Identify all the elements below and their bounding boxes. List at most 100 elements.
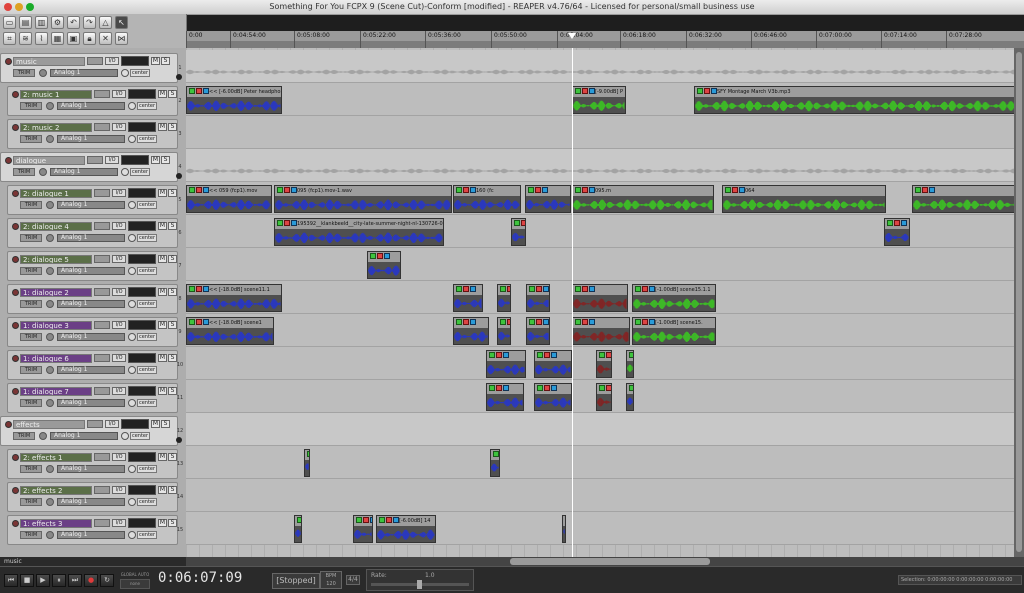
item-mute-icon[interactable] [732,187,738,193]
solo-button[interactable]: S [161,57,170,65]
track-lane-12[interactable] [186,413,1024,446]
pan-knob[interactable] [128,300,136,308]
repeat-icon[interactable]: ↻ [100,574,114,587]
media-item[interactable]: [-1.00dB] scene15. [632,317,716,345]
new-project-icon[interactable]: ▭ [3,16,16,29]
item-lock-icon[interactable] [500,319,506,325]
media-item[interactable] [497,317,511,345]
track-4[interactable]: dialogue I/O M S TRIM Analog 1 center [0,152,182,182]
go-to-end-icon[interactable]: ⏭ [68,574,82,587]
item-lock-icon[interactable] [528,187,534,193]
bpm-field[interactable]: BPM 120 [320,571,342,589]
volume-fader[interactable] [87,156,103,164]
horizontal-scrollbar[interactable] [186,557,1024,566]
mute-button[interactable]: M [158,90,167,98]
media-item[interactable] [526,284,550,312]
solo-button[interactable]: S [168,255,177,263]
volume-fader[interactable] [94,189,110,197]
track-name[interactable]: 1: dialogue 2 [20,288,92,297]
track-name[interactable]: 2: dialogue 4 [20,222,92,231]
mute-button[interactable]: M [158,519,167,527]
track-lane-13[interactable] [186,446,1024,479]
item-mute-icon[interactable] [496,385,502,391]
volume-fader[interactable] [94,453,110,461]
track-name[interactable]: dialogue [13,156,85,165]
input-monitor-icon[interactable] [39,432,47,440]
item-lock-icon[interactable] [575,187,581,193]
mute-button[interactable]: M [158,222,167,230]
item-mute-icon[interactable] [507,286,510,292]
pan-knob[interactable] [128,201,136,209]
track-lane-7[interactable] [186,248,1024,281]
mute-button[interactable]: M [158,321,167,329]
item-mute-icon[interactable] [196,187,202,193]
io-button[interactable]: I/O [112,189,126,197]
media-item[interactable] [534,350,572,378]
record-input-select[interactable]: Analog 1 [57,465,125,473]
media-item[interactable]: [-6.00dB] 14 [376,515,436,543]
track-6[interactable]: 2: dialogue 4 I/O M S TRIM Analog 1 center [7,218,178,248]
item-lock-icon[interactable] [456,286,462,292]
item-fx-icon[interactable] [551,385,557,391]
pan-knob[interactable] [128,498,136,506]
transport-timecode[interactable]: 0:06:07:09 [158,570,242,586]
record-input-select[interactable]: Analog 1 [50,168,118,176]
snap-icon[interactable]: ⌗ [3,32,16,45]
item-lock-icon[interactable] [629,352,633,358]
track-8[interactable]: 1: dialogue 2 I/O M S TRIM Analog 1 center [7,284,178,314]
solo-button[interactable]: S [161,156,170,164]
record-arm-button[interactable] [12,256,19,263]
automation-mode-button[interactable]: TRIM [20,234,42,242]
item-mute-icon[interactable] [521,220,525,226]
track-3[interactable]: 2: music 2 I/O M S TRIM Analog 1 center [7,119,178,149]
item-fx-icon[interactable] [203,319,209,325]
track-name[interactable]: 1: dialogue 3 [20,321,92,330]
item-mute-icon[interactable] [894,220,900,226]
io-button[interactable]: I/O [112,90,126,98]
record-input-select[interactable]: Analog 1 [57,102,125,110]
pan-knob[interactable] [128,399,136,407]
arrange-view[interactable]: << [-6.00dB] Peter headphones [-9.00dB] P… [186,48,1024,557]
item-mute-icon[interactable] [704,88,710,94]
mute-button[interactable]: M [158,453,167,461]
item-lock-icon[interactable] [575,88,581,94]
item-lock-icon[interactable] [493,451,499,457]
input-monitor-icon[interactable] [46,366,54,374]
item-fx-icon[interactable] [649,286,655,292]
timeline-ruler[interactable]: 0:00 0:04:54:00 0:05:08:00 0:05:22:00 0:… [186,31,1024,49]
media-item[interactable]: 095.m [572,185,714,213]
media-item[interactable] [453,317,489,345]
solo-button[interactable]: S [168,453,177,461]
item-lock-icon[interactable] [456,319,462,325]
item-fx-icon[interactable] [203,187,209,193]
media-item[interactable] [526,317,550,345]
media-item[interactable]: SFY Montage March V3b.mp3 [694,86,1016,114]
volume-fader[interactable] [94,90,110,98]
io-button[interactable]: I/O [112,486,126,494]
auto-crossfade-icon[interactable]: ⋈ [115,32,128,45]
minimize-window-button[interactable] [15,3,23,11]
automation-mode-button[interactable]: TRIM [20,399,42,407]
volume-fader[interactable] [94,255,110,263]
item-mute-icon[interactable] [386,517,392,523]
playrate-control[interactable]: Rate: 1.0 [366,569,474,591]
ripple-edit-icon[interactable]: ≋ [19,32,32,45]
media-item[interactable] [626,350,634,378]
item-grouping-icon[interactable]: ▣ [67,32,80,45]
mute-button[interactable]: M [151,156,160,164]
volume-fader[interactable] [94,288,110,296]
volume-fader[interactable] [94,519,110,527]
solo-button[interactable]: S [168,519,177,527]
automation-mode-button[interactable]: TRIM [20,333,42,341]
solo-button[interactable]: S [168,354,177,362]
mute-button[interactable]: M [158,387,167,395]
folder-toggle-icon[interactable] [176,437,182,443]
item-lock-icon[interactable] [537,385,543,391]
item-lock-icon[interactable] [379,517,385,523]
track-7[interactable]: 2: dialogue 5 I/O M S TRIM Analog 1 center [7,251,178,281]
item-lock-icon[interactable] [356,517,362,523]
item-lock-icon[interactable] [370,253,376,259]
item-mute-icon[interactable] [582,187,588,193]
io-button[interactable]: I/O [112,222,126,230]
vertical-scroll-thumb[interactable] [1016,52,1022,552]
